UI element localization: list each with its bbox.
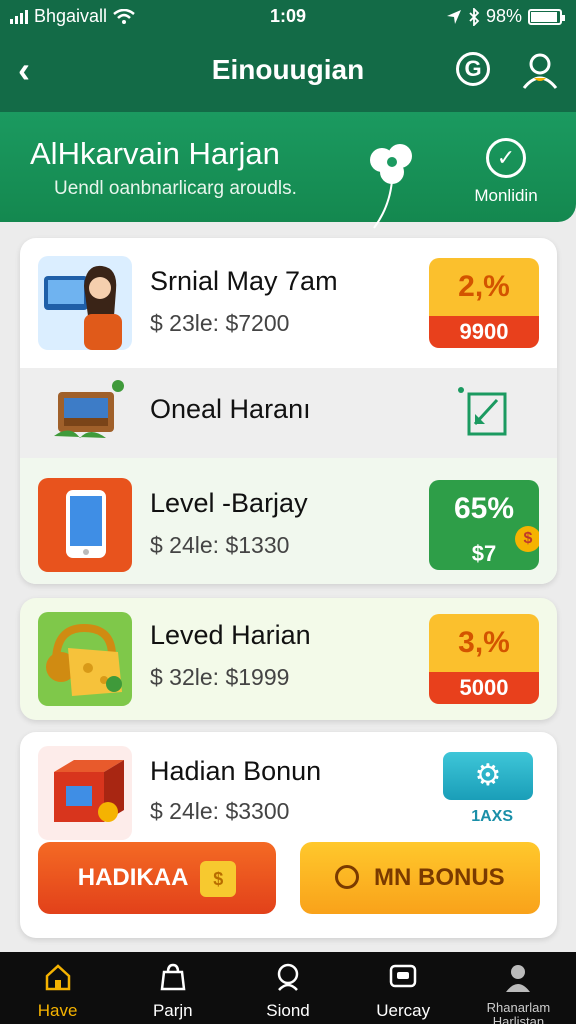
coin-icon: $ (515, 526, 539, 552)
coins-icon: $ (200, 860, 237, 897)
status-bar: Bhgaivall 1:09 98% (0, 0, 576, 34)
bluetooth-icon (469, 7, 480, 26)
item-name: Hadian Bonun (150, 756, 322, 786)
person-laptop-icon (38, 256, 132, 350)
item-price: $ 24le: $3300 (150, 798, 290, 824)
list-item[interactable]: Oneal Haranı (20, 368, 557, 458)
home-icon (45, 964, 70, 991)
tab-label: Rhanarlam Harlistan (486, 1000, 551, 1024)
monitor-button[interactable]: ✓ Monlidin (466, 138, 546, 206)
leaf-icon (370, 144, 412, 229)
item-price: $ 32le: $1999 (150, 664, 290, 690)
tv-icon (389, 964, 417, 988)
mn-bonus-button-label: MN BONUS (374, 864, 505, 891)
tab-label: Have (37, 1001, 78, 1020)
item-name: Srnial May 7am (150, 266, 338, 296)
offer-card[interactable]: Leved Harian $ 32le: $1999 3,% 5000 (20, 598, 557, 720)
battery-icon (528, 8, 565, 25)
hadikaa-button[interactable]: HADIKAA $ (38, 842, 276, 914)
tab-label: Uercay (376, 1001, 431, 1020)
badge-percent: 3,% (429, 614, 539, 672)
battery-percent: 98% (485, 6, 522, 26)
checklist-icon: ✓ (486, 138, 526, 178)
monitor-label: Monlidin (474, 186, 538, 205)
tab-parjn[interactable]: Parjn (115, 952, 230, 1024)
item-name: Level -Barjay (150, 488, 308, 518)
item-price: $ 24le: $1330 (150, 532, 290, 558)
g-icon-button[interactable]: G (456, 52, 490, 86)
badge-amount: 9900 (429, 316, 539, 348)
side-label: 1AXS (471, 808, 513, 825)
badge-percent: 2,% (429, 258, 539, 316)
badge-amount: 5000 (429, 672, 539, 704)
tab-label: Parjn (152, 1001, 193, 1020)
tab-uercay[interactable]: Uercay (346, 952, 461, 1024)
location-icon (446, 9, 461, 24)
promo-banner[interactable]: AlHkarvain Harjan Uendl oanbnarlicarg ar… (0, 112, 576, 229)
item-name: Leved Harian (150, 620, 311, 650)
search-icon (277, 963, 299, 991)
banner-subtitle: Uendl oanbnarlicarg aroudls. (54, 178, 297, 199)
list-item[interactable]: Level -Barjay $ 24le: $1330 65% $7 $ (20, 458, 557, 584)
play-icon (335, 864, 360, 889)
tab-label: Siond (266, 1001, 310, 1020)
item-price: $ 23le: $7200 (150, 310, 290, 336)
discount-badge[interactable]: 65% $7 $ (429, 480, 539, 570)
hadikaa-button-label: HADIKAA (77, 864, 188, 891)
smartphone-icon (38, 478, 132, 572)
bottom-tab-bar: Have Parjn Siond Uercay Rhanarlam Harlis… (0, 952, 576, 1024)
tab-siond[interactable]: Siond (230, 952, 345, 1024)
profile-icon (506, 965, 531, 992)
item-name: Oneal Haranı (150, 394, 311, 424)
navigation-bar: ‹ Einouugian G (0, 44, 576, 100)
settings-button[interactable]: ⚙ (443, 752, 533, 800)
gear-icon: ⚙ (474, 759, 502, 792)
mn-bonus-button[interactable]: MN BONUS (300, 842, 540, 914)
tab-profile[interactable]: Rhanarlam Harlistan (461, 952, 576, 1024)
top-bar: Bhgaivall 1:09 98% ‹ Einouugian G (0, 0, 576, 112)
treasure-chest-icon (50, 376, 130, 448)
gift-box-icon (38, 746, 132, 840)
discount-badge[interactable]: 3,% 5000 (429, 614, 539, 704)
bonus-card: Hadian Bonun $ 24le: $3300 ⚙ 1AXS HADIKA… (20, 732, 557, 938)
tab-have[interactable]: Have (0, 952, 115, 1024)
banner-title: AlHkarvain Harjan (30, 136, 280, 171)
list-item[interactable]: Srnial May 7am $ 23le: $7200 2,% 9900 (20, 238, 557, 368)
edit-note-icon[interactable] (455, 384, 511, 440)
offer-card: Srnial May 7am $ 23le: $7200 2,% 9900 On… (20, 238, 557, 584)
bag-icon (160, 963, 186, 991)
profile-icon-button[interactable] (520, 50, 560, 90)
discount-badge[interactable]: 2,% 9900 (429, 258, 539, 348)
cheese-lock-icon (38, 612, 132, 706)
